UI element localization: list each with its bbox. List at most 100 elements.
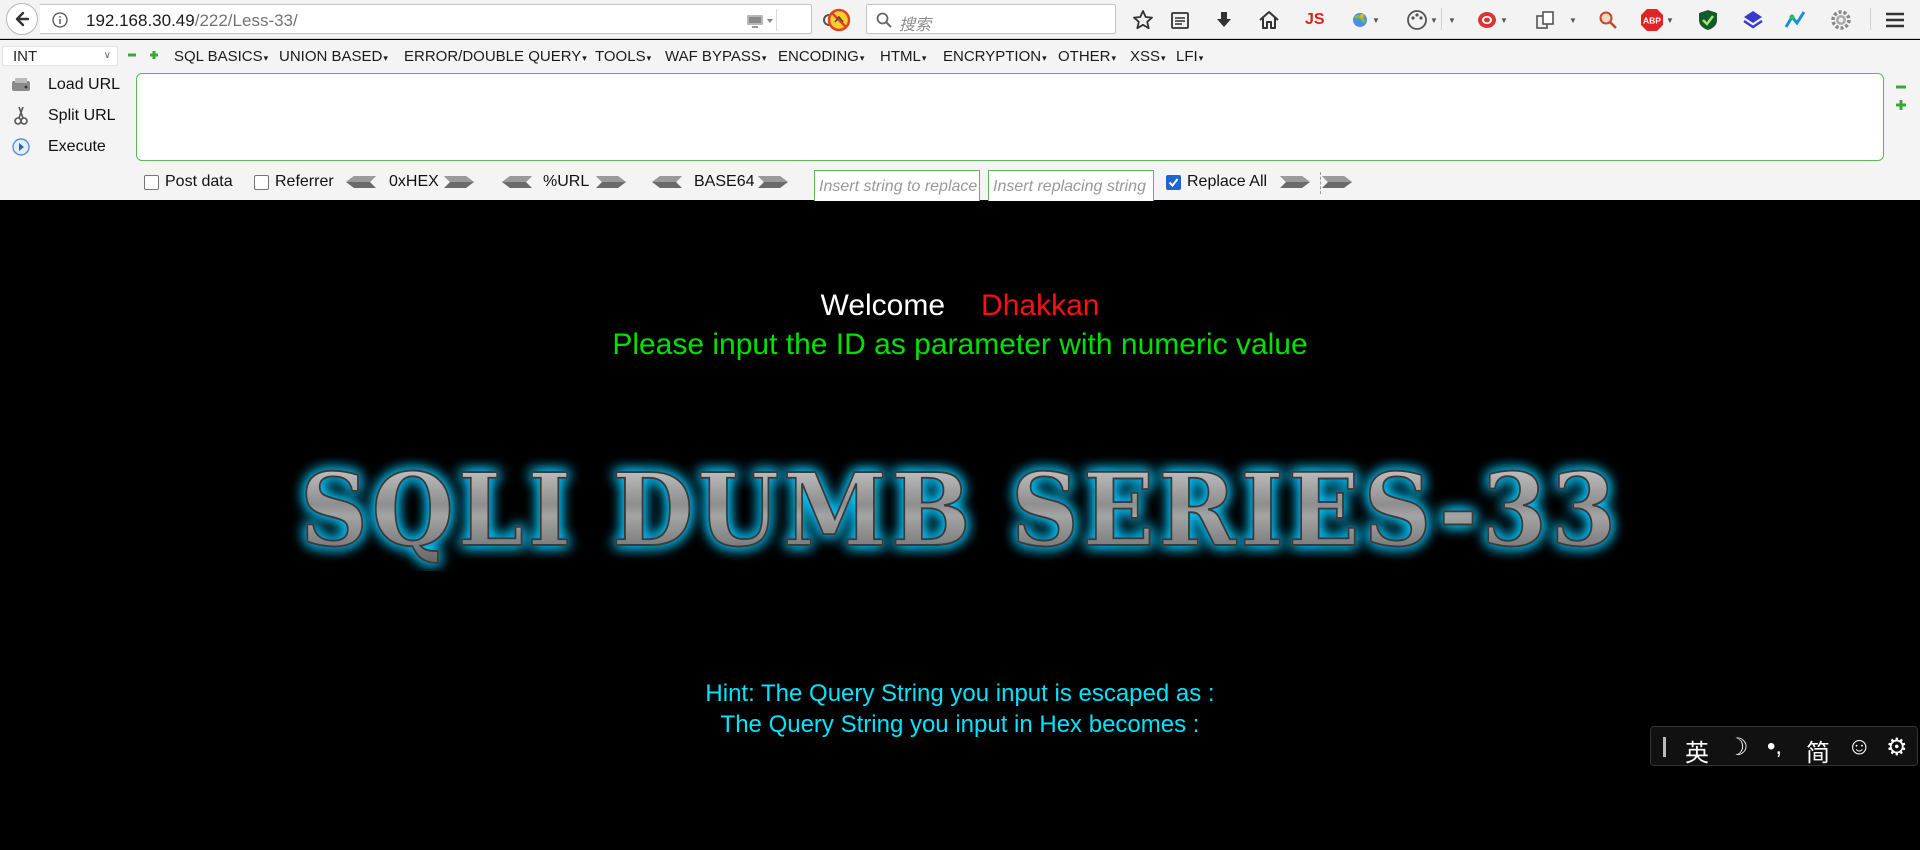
bookmark-star-icon[interactable] (1132, 8, 1154, 32)
download-icon[interactable] (1214, 8, 1234, 32)
search-bar[interactable]: 搜索 (866, 4, 1116, 34)
load-url-button[interactable]: Load URL (10, 74, 120, 96)
hackbar-panel: INT ∨ SQL BASICS▾ UNION BASED▾ ERROR/DOU… (0, 40, 1920, 202)
hackbar-menu-row: INT ∨ SQL BASICS▾ UNION BASED▾ ERROR/DOU… (0, 46, 1920, 66)
welcome-text: Welcome (820, 289, 946, 322)
search-placeholder: 搜索 (899, 17, 932, 34)
menu-label: SQL BASICS (174, 48, 263, 65)
menu-label: ERROR/DOUBLE QUERY (404, 48, 582, 65)
zoom-icon[interactable] (1598, 8, 1618, 32)
checkbox-checked[interactable] (1166, 174, 1181, 190)
instruction-text: Please input the ID as parameter with nu… (612, 328, 1308, 361)
menu-tools[interactable]: TOOLS▾ (595, 48, 651, 65)
replace-all-checkbox[interactable]: Replace All (1166, 173, 1267, 191)
banner-title: SQLI DUMB SERIES-33 (300, 451, 1620, 569)
url-bar[interactable]: 192.168.30.49/222/Less-33/ (40, 4, 835, 34)
minus-icon[interactable] (128, 51, 136, 59)
series-banner: SQLI DUMB SERIES-33 (299, 450, 1620, 570)
hackbar-options-row: Post data Referrer 0xHEX %URL BASE64 Ins… (0, 170, 1920, 202)
colorful-globe-icon[interactable]: ▼ (1350, 8, 1380, 32)
adblock-label: ABP (1643, 16, 1661, 26)
menu-other[interactable]: OTHER▾ (1058, 48, 1116, 65)
hex-decode-arrow-icon[interactable] (346, 174, 376, 190)
menu-label: TOOLS (595, 48, 646, 65)
menu-label: HTML (880, 48, 921, 65)
shield-check-icon[interactable] (1698, 8, 1718, 32)
replace-arrow-icon[interactable] (1280, 174, 1310, 190)
user-name: Dhakkan (981, 289, 1100, 322)
menu-html[interactable]: HTML▾ (880, 48, 926, 65)
hint-escaped: Hint: The Query String you input is esca… (705, 680, 1215, 707)
url-path: /222/Less-33/ (194, 11, 298, 30)
plus-icon[interactable] (1896, 100, 1906, 110)
post-data-checkbox[interactable]: Post data (144, 173, 233, 191)
url-decode-arrow-icon[interactable] (502, 174, 532, 190)
base64-encode-arrow-icon[interactable] (758, 174, 788, 190)
plus-icon[interactable] (150, 51, 158, 59)
split-url-label: Split URL (48, 107, 116, 124)
checkmark-icon (1168, 177, 1179, 187)
page-content: Welcome Dhakkan Please input the ID as pa… (0, 201, 1920, 850)
copy-pages-icon[interactable]: ▼ (1535, 8, 1577, 32)
analytics-icon[interactable] (1784, 8, 1806, 32)
url-encode-arrow-icon[interactable] (596, 174, 626, 190)
settings-gear-icon[interactable] (1830, 8, 1852, 32)
search-icon (876, 12, 892, 28)
ime-settings-icon[interactable]: ⚙ (1886, 733, 1908, 762)
ime-language-toggle[interactable]: 英 (1685, 733, 1709, 768)
menu-encoding[interactable]: ENCODING▾ (778, 48, 864, 65)
method-select[interactable]: INT ∨ (2, 46, 118, 66)
split-url-button[interactable]: Split URL (10, 105, 116, 127)
layers-icon[interactable] (1742, 8, 1764, 32)
replacing-string-input[interactable]: Insert replacing string (988, 170, 1154, 202)
blocked-icon[interactable] (827, 8, 851, 32)
menu-waf-bypass[interactable]: WAF BYPASS▾ (665, 48, 766, 65)
palette-icon[interactable]: ▼ (1406, 8, 1438, 32)
menu-label: OTHER (1058, 48, 1111, 65)
load-url-label: Load URL (48, 76, 121, 93)
url-encode-label: %URL (543, 173, 590, 190)
arrow-left-icon (15, 11, 30, 27)
menu-label: ENCRYPTION (943, 48, 1042, 65)
menu-error-double-query[interactable]: ERROR/DOUBLE QUERY▾ (404, 48, 587, 65)
home-icon[interactable] (1258, 8, 1280, 32)
hamburger-menu-icon[interactable] (1884, 8, 1906, 32)
toolbar-divider (1870, 8, 1871, 30)
simplified-toggle[interactable]: 简 (1806, 733, 1830, 768)
minus-icon[interactable] (1896, 82, 1906, 92)
menu-xss[interactable]: XSS▾ (1130, 48, 1166, 65)
toolbar-divider (1441, 8, 1442, 30)
execute-button[interactable]: Execute (10, 136, 106, 158)
emoji-icon[interactable]: ☺ (1847, 733, 1872, 761)
menu-label: UNION BASED (279, 48, 383, 65)
punctuation-icon[interactable]: •, (1767, 733, 1782, 761)
browser-toolbar: 192.168.30.49/222/Less-33/ 搜索 JS ▼ ▼ ▼ ▼… (0, 0, 1920, 39)
moon-icon[interactable]: ☽ (1727, 733, 1749, 762)
reading-list-icon[interactable] (1170, 8, 1190, 32)
url-host: 192.168.30.49 (86, 11, 195, 30)
replace-next-arrow-icon[interactable] (1322, 174, 1352, 190)
options-divider (1320, 172, 1321, 194)
checkbox-box[interactable] (254, 174, 269, 190)
url-divider (776, 9, 777, 31)
menu-arrow-icon[interactable]: ▼ (1446, 8, 1456, 32)
adblock-icon[interactable]: ABP ▼ (1640, 8, 1674, 32)
menu-lfi[interactable]: LFI▾ (1176, 48, 1203, 65)
back-button[interactable] (6, 3, 38, 35)
red-shield-icon[interactable]: ▼ (1476, 8, 1508, 32)
hex-encode-arrow-icon[interactable] (444, 174, 474, 190)
replace-string-input[interactable]: Insert string to replace (814, 170, 980, 202)
hex-label: 0xHEX (389, 173, 439, 190)
menu-sql-basics[interactable]: SQL BASICS▾ (174, 48, 268, 65)
base64-decode-arrow-icon[interactable] (652, 174, 682, 190)
url-text[interactable]: 192.168.30.49/222/Less-33/ (86, 11, 298, 31)
checkbox-box[interactable] (144, 174, 159, 190)
menu-union-based[interactable]: UNION BASED▾ (279, 48, 388, 65)
js-icon[interactable]: JS (1305, 8, 1325, 32)
menu-encryption[interactable]: ENCRYPTION▾ (943, 48, 1047, 65)
ime-drag-handle[interactable] (1663, 737, 1666, 757)
info-icon[interactable] (52, 12, 68, 28)
monitor-icon[interactable] (746, 13, 774, 29)
referrer-checkbox[interactable]: Referrer (254, 173, 334, 191)
url-textarea[interactable] (136, 73, 1884, 161)
